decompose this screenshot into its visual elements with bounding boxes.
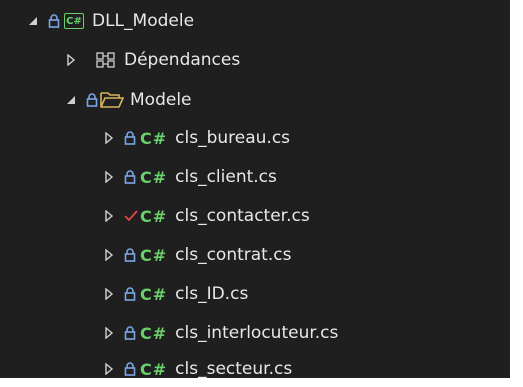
project-label: DLL_Modele — [92, 11, 195, 31]
tree-node-folder-modele[interactable]: Modele — [0, 83, 510, 117]
tree-node-project[interactable]: C# DLL_Modele — [0, 4, 510, 38]
csharp-file-icon: C# — [140, 359, 168, 379]
csharp-file-icon: C# — [140, 284, 168, 304]
collapsed-arrow-icon[interactable] — [100, 132, 118, 144]
lock-icon — [86, 93, 98, 107]
collapsed-arrow-icon[interactable] — [100, 363, 118, 375]
collapsed-arrow-icon[interactable] — [62, 54, 80, 66]
file-label: cls_interlocuteur.cs — [175, 323, 339, 343]
lock-icon — [124, 131, 136, 145]
collapsed-arrow-icon[interactable] — [100, 327, 118, 339]
folder-label: Modele — [130, 90, 192, 110]
tree-node-file[interactable]: C# cls_contrat.cs — [0, 238, 510, 272]
tree-node-file[interactable]: C# cls_contacter.cs — [0, 199, 510, 233]
file-label: cls_bureau.cs — [175, 128, 291, 148]
collapsed-arrow-icon[interactable] — [100, 171, 118, 183]
expanded-arrow-icon[interactable] — [62, 95, 80, 105]
csharp-file-icon: C# — [140, 128, 168, 148]
expanded-arrow-icon[interactable] — [24, 16, 42, 26]
checkmark-icon — [124, 210, 138, 222]
csharp-file-icon: C# — [140, 206, 168, 226]
csharp-file-icon: C# — [140, 167, 168, 187]
lock-icon — [124, 362, 136, 376]
collapsed-arrow-icon[interactable] — [100, 210, 118, 222]
csharp-project-icon: C# — [64, 13, 84, 29]
dependencies-icon — [96, 52, 116, 68]
solution-explorer-panel: C# DLL_Modele Dépendances Modele C# cls_… — [0, 0, 510, 378]
collapsed-arrow-icon[interactable] — [100, 288, 118, 300]
file-label: cls_contrat.cs — [175, 245, 292, 265]
file-label: cls_client.cs — [175, 167, 277, 187]
tree-node-file[interactable]: C# cls_client.cs — [0, 160, 510, 194]
tree-node-file[interactable]: C# cls_ID.cs — [0, 277, 510, 311]
file-label: cls_ID.cs — [175, 284, 249, 304]
lock-icon — [124, 287, 136, 301]
lock-icon — [124, 326, 136, 340]
file-label: cls_secteur.cs — [175, 359, 293, 378]
dependencies-label: Dépendances — [124, 50, 241, 70]
csharp-file-icon: C# — [140, 245, 168, 265]
lock-icon — [124, 170, 136, 184]
folder-open-icon — [100, 91, 124, 109]
file-label: cls_contacter.cs — [175, 206, 310, 226]
lock-icon — [124, 248, 136, 262]
collapsed-arrow-icon[interactable] — [100, 249, 118, 261]
tree-node-file[interactable]: C# cls_bureau.cs — [0, 121, 510, 155]
tree-node-dependencies[interactable]: Dépendances — [0, 43, 510, 77]
lock-icon — [48, 14, 60, 28]
tree-node-file[interactable]: C# cls_interlocuteur.cs — [0, 316, 510, 350]
csharp-file-icon: C# — [140, 323, 168, 343]
tree-node-file[interactable]: C# cls_secteur.cs — [0, 352, 510, 378]
